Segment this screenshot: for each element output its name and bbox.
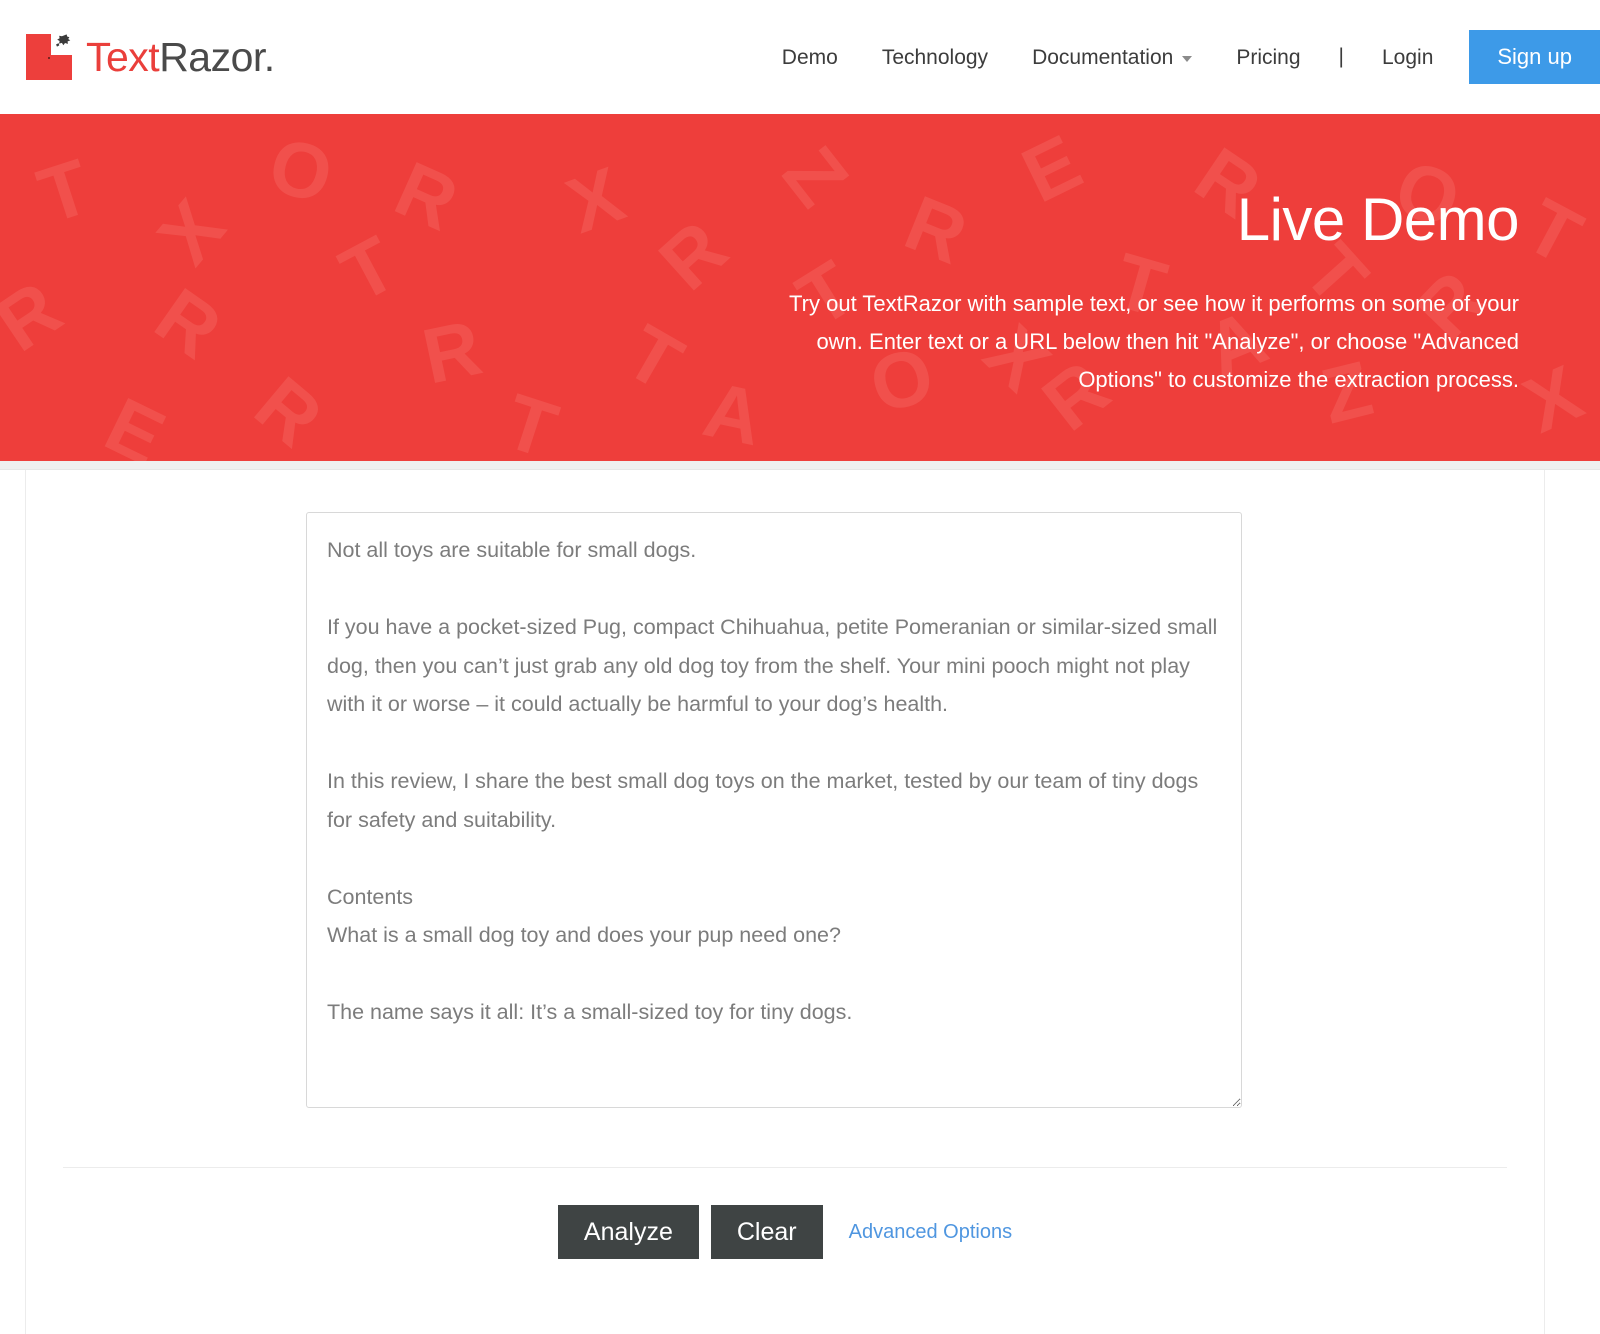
nav-divider: | (1338, 45, 1344, 68)
analyze-button[interactable]: Analyze (557, 1205, 699, 1259)
nav-item-demo-label: Demo (781, 45, 838, 69)
nav-item-demo[interactable]: Demo (760, 47, 860, 68)
form-actions: Analyze Clear Advanced Options (26, 1205, 1544, 1259)
site-header: TextRazor. Demo Technology Documentation… (0, 0, 1600, 114)
hero-banner: T R O X R T R R T X T R A Z T R O X E T … (0, 114, 1600, 461)
hero-bottom-band (0, 461, 1600, 470)
content-container: Analyze Clear Advanced Options (25, 470, 1545, 1334)
brand-name-part1: Text (86, 33, 160, 80)
clear-button[interactable]: Clear (710, 1205, 823, 1259)
main-navigation: Demo Technology Documentation Pricing | … (760, 0, 1600, 114)
hero-subtitle: Try out TextRazor with sample text, or s… (789, 291, 1519, 392)
page-title: Live Demo (1236, 186, 1520, 253)
nav-item-technology[interactable]: Technology (860, 47, 1010, 68)
main-content: Analyze Clear Advanced Options (0, 470, 1600, 1334)
chevron-down-icon (1182, 56, 1193, 62)
brand-name: TextRazor. (86, 33, 275, 80)
demo-text-input[interactable] (306, 512, 1242, 1108)
demo-form: Analyze Clear Advanced Options (26, 470, 1544, 1334)
nav-item-documentation-label: Documentation (1032, 45, 1174, 69)
nav-item-login[interactable]: Login (1360, 47, 1455, 68)
form-divider (63, 1167, 1507, 1168)
nav-item-documentation[interactable]: Documentation (1010, 47, 1214, 68)
brand-logo-link[interactable]: TextRazor. (0, 0, 275, 114)
advanced-options-link[interactable]: Advanced Options (849, 1221, 1012, 1244)
nav-item-pricing[interactable]: Pricing (1214, 47, 1322, 68)
brand-name-part2: Razor. (159, 33, 275, 80)
nav-item-technology-label: Technology (881, 45, 989, 69)
nav-item-pricing-label: Pricing (1236, 45, 1301, 69)
signup-button[interactable]: Sign up (1469, 30, 1600, 84)
nav-item-login-label: Login (1381, 45, 1434, 69)
textrazor-logo-icon (26, 34, 72, 80)
